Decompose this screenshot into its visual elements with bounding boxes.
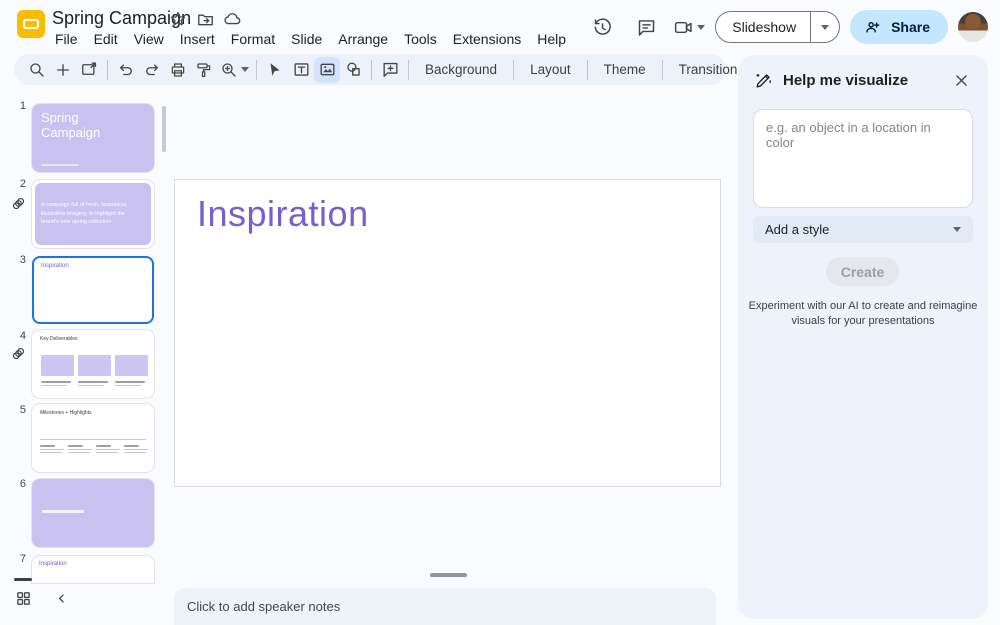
layout-button[interactable]: Layout	[519, 62, 582, 77]
zoom-icon[interactable]	[217, 57, 251, 83]
filmstrip-scrollbar[interactable]	[162, 106, 166, 152]
transition-indicator-icon	[11, 346, 26, 361]
theme-button[interactable]: Theme	[593, 62, 657, 77]
star-icon[interactable]	[168, 9, 188, 29]
speaker-notes-placeholder: Click to add speaker notes	[187, 599, 340, 614]
close-panel-icon[interactable]	[948, 67, 974, 93]
account-avatar[interactable]	[958, 12, 988, 42]
menu-tools[interactable]: Tools	[396, 28, 445, 50]
thumb-3-title: Inspiration	[41, 263, 69, 269]
canvas-horizontal-scrollbar[interactable]	[430, 573, 467, 577]
slide-number-3: 3	[6, 254, 26, 266]
add-style-dropdown[interactable]: Add a style	[753, 216, 973, 243]
thumb-5-title: Milestones + Highlights	[40, 410, 92, 416]
add-style-caret-icon	[953, 227, 961, 232]
share-people-icon	[864, 18, 883, 37]
slide-title-text[interactable]: Inspiration	[197, 193, 369, 235]
menubar: File Edit View Insert Format Slide Arran…	[47, 28, 574, 50]
slides-logo[interactable]	[17, 10, 45, 38]
thumb-1-title: Spring Campaign	[41, 111, 121, 140]
insert-image-icon[interactable]	[314, 57, 340, 83]
slide-number-5: 5	[6, 404, 26, 416]
select-tool-icon[interactable]	[262, 57, 288, 83]
thumb-4-title: Key Deliverables	[40, 336, 78, 342]
menu-format[interactable]: Format	[223, 28, 283, 50]
add-style-label: Add a style	[765, 222, 829, 237]
grid-view-icon[interactable]	[15, 590, 32, 607]
menu-extensions[interactable]: Extensions	[445, 28, 529, 50]
slide-thumbnail-4[interactable]: Key Deliverables	[32, 330, 154, 398]
create-button[interactable]: Create	[826, 257, 899, 286]
thumb-2-body: A campaign full of fresh, fantastical, i…	[41, 201, 131, 227]
insertion-marker	[14, 578, 32, 581]
paint-format-icon[interactable]	[191, 57, 217, 83]
menu-arrange[interactable]: Arrange	[330, 28, 396, 50]
menu-view[interactable]: View	[126, 28, 172, 50]
join-call-button[interactable]	[673, 17, 705, 38]
transition-button[interactable]: Transition	[668, 62, 749, 77]
insert-shape-icon[interactable]	[340, 57, 366, 83]
slideshow-label[interactable]: Slideshow	[716, 11, 810, 43]
join-call-caret-icon[interactable]	[697, 25, 705, 30]
slide-thumbnail-2[interactable]: A campaign full of fresh, fantastical, i…	[32, 180, 154, 248]
new-slide-icon[interactable]	[50, 57, 76, 83]
collapse-filmstrip-icon[interactable]	[54, 591, 69, 606]
panel-title: Help me visualize	[783, 72, 908, 89]
slide-thumbnail-1[interactable]: Spring Campaign	[32, 104, 154, 172]
version-history-icon[interactable]	[585, 10, 619, 44]
comments-icon[interactable]	[629, 10, 663, 44]
slide-number-6: 6	[6, 478, 26, 490]
print-icon[interactable]	[165, 57, 191, 83]
move-folder-icon[interactable]	[195, 9, 215, 29]
slide-thumbnail-3-selected[interactable]: Inspiration	[32, 256, 154, 324]
speaker-notes[interactable]: Click to add speaker notes	[174, 588, 716, 625]
slide-thumbnail-7[interactable]: Inspiration	[32, 556, 154, 583]
slide-thumbnail-5[interactable]: Milestones + Highlights	[32, 404, 154, 472]
help-me-visualize-panel: Help me visualize Add a style Create Exp…	[738, 55, 988, 619]
thumb-7-title: Inspiration	[39, 561, 67, 567]
cloud-saved-icon	[222, 9, 242, 29]
slide-canvas[interactable]: Inspiration	[174, 179, 721, 487]
background-button[interactable]: Background	[414, 62, 508, 77]
share-button[interactable]: Share	[850, 10, 948, 44]
undo-icon[interactable]	[113, 57, 139, 83]
menu-edit[interactable]: Edit	[86, 28, 126, 50]
transition-indicator-icon	[11, 196, 26, 211]
magic-pen-icon	[754, 71, 773, 90]
slide-number-1: 1	[6, 100, 26, 112]
main-toolbar: Background Layout Theme Transition	[14, 54, 726, 85]
slide-number-2: 2	[6, 178, 26, 190]
slide-number-7: 7	[6, 553, 26, 565]
menu-insert[interactable]: Insert	[172, 28, 223, 50]
slide-number-4: 4	[6, 330, 26, 342]
visualize-prompt-input[interactable]	[753, 109, 973, 208]
slideshow-caret-icon[interactable]	[811, 25, 839, 30]
menu-slide[interactable]: Slide	[283, 28, 330, 50]
menu-help[interactable]: Help	[529, 28, 574, 50]
slideshow-button[interactable]: Slideshow	[715, 11, 840, 43]
search-menus-icon[interactable]	[24, 57, 50, 83]
redo-icon[interactable]	[139, 57, 165, 83]
slide-thumbnail-6[interactable]	[32, 479, 154, 547]
text-box-icon[interactable]	[288, 57, 314, 83]
zoom-caret-icon[interactable]	[241, 67, 249, 72]
insert-comment-icon[interactable]	[377, 57, 403, 83]
panel-hint-text: Experiment with our AI to create and rei…	[748, 299, 978, 329]
menu-file[interactable]: File	[47, 28, 86, 50]
share-label: Share	[891, 19, 930, 35]
present-preview-icon[interactable]	[76, 57, 102, 83]
